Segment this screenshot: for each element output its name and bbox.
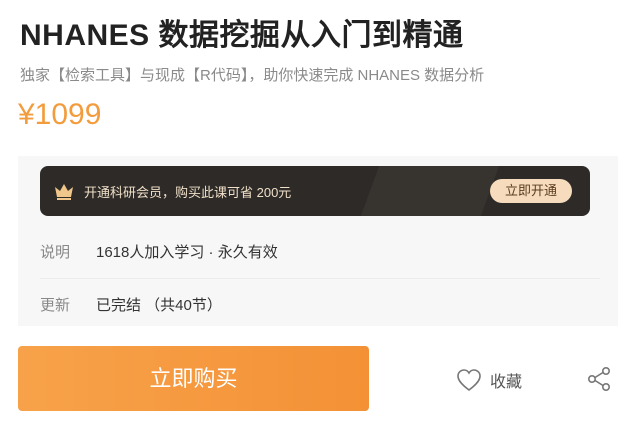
buy-now-button[interactable]: 立即购买 — [18, 346, 369, 411]
heart-icon — [457, 369, 481, 392]
vip-activate-button[interactable]: 立即开通 — [490, 179, 572, 203]
vip-banner-decoration — [357, 166, 503, 216]
course-subtitle: 独家【检索工具】与现成【R代码】，助你快速完成 NHANES 数据分析 — [20, 67, 485, 84]
crown-icon — [55, 184, 73, 200]
update-row: 更新 已完结 （共40节） — [40, 278, 600, 329]
description-label: 说明 — [40, 244, 71, 261]
vip-banner: 开通科研会员，购买此课可省 200元 立即开通 — [40, 166, 590, 216]
course-title: NHANES 数据挖掘从入门到精通 — [20, 19, 464, 52]
course-info-panel: 开通科研会员，购买此课可省 200元 立即开通 说明 1618人加入学习 · 永… — [18, 156, 618, 326]
description-row: 说明 1618人加入学习 · 永久有效 — [40, 226, 600, 276]
favorite-label: 收藏 — [490, 374, 523, 391]
vip-promo-text: 开通科研会员，购买此课可省 200元 — [84, 185, 292, 200]
update-value: 已完结 （共40节） — [96, 297, 222, 314]
description-value: 1618人加入学习 · 永久有效 — [96, 244, 278, 261]
favorite-button[interactable]: 收藏 — [456, 366, 522, 394]
update-label: 更新 — [40, 297, 71, 314]
share-icon[interactable] — [586, 366, 612, 392]
course-price: ¥1099 — [18, 98, 102, 131]
